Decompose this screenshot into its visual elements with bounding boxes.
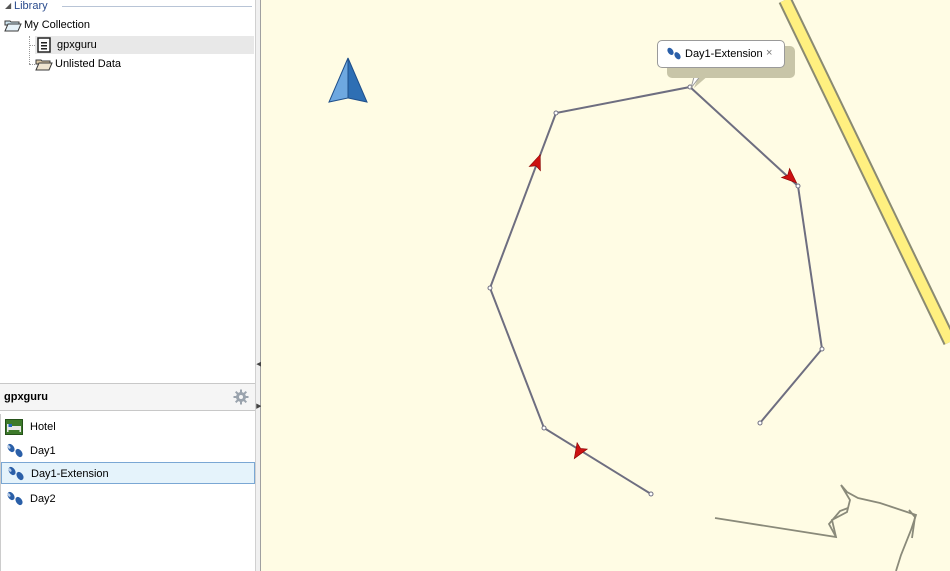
direction-arrow <box>528 153 541 172</box>
footprints-icon <box>667 47 681 60</box>
tooltip-label: Day1-Extension <box>685 48 763 60</box>
list-item-label: Hotel <box>30 421 56 433</box>
list-item-day1-extension[interactable]: Day1-Extension <box>1 462 255 484</box>
header-divider <box>62 6 252 7</box>
footprints-icon <box>7 443 23 458</box>
list-item-day2[interactable]: Day2 <box>1 488 255 510</box>
left-pane: ◢ Library My Collection gpxguru Unlisted… <box>0 0 256 571</box>
tree-item-label: gpxguru <box>57 39 97 51</box>
tree-item-label: My Collection <box>24 19 91 31</box>
hotel-waypoint-icon <box>5 419 23 435</box>
tree-item-label: Unlisted Data <box>55 58 122 70</box>
collection-panel: gpxguru Hotel Day1 Day1-Extension Day2 <box>0 383 255 571</box>
list-item-label: Day2 <box>30 493 56 505</box>
other-track <box>714 484 918 571</box>
tree-item-my-collection[interactable]: My Collection <box>4 16 254 34</box>
folder-open-icon <box>4 20 22 32</box>
folder-open-icon <box>35 59 53 71</box>
panel-items-list: Hotel Day1 Day1-Extension Day2 <box>0 414 255 571</box>
tree-item-unlisted-data[interactable]: Unlisted Data <box>35 55 254 73</box>
list-item-label: Day1 <box>30 445 56 457</box>
close-icon[interactable]: × <box>766 47 772 59</box>
north-arrow-icon[interactable] <box>328 57 368 103</box>
gear-icon[interactable] <box>233 389 249 405</box>
map-canvas[interactable] <box>261 0 950 571</box>
panel-title: gpxguru <box>4 391 48 403</box>
list-item-day1[interactable]: Day1 <box>1 440 255 462</box>
footprints-icon <box>8 466 24 481</box>
road <box>778 0 950 346</box>
tree-item-gpxguru[interactable]: gpxguru <box>35 36 254 54</box>
library-title: Library <box>14 0 52 12</box>
document-icon <box>37 37 51 53</box>
day1-extension-track <box>487 84 825 497</box>
footprints-icon <box>7 491 23 506</box>
panel-header: gpxguru <box>0 383 255 411</box>
library-tree: ◢ Library My Collection gpxguru Unlisted… <box>0 0 256 382</box>
tree-connector <box>29 36 30 64</box>
list-item-label: Day1-Extension <box>31 468 109 480</box>
track-tooltip[interactable]: Day1-Extension × <box>657 40 785 68</box>
list-item-hotel[interactable]: Hotel <box>1 416 255 438</box>
map-view[interactable]: Day1-Extension × <box>261 0 950 571</box>
library-header[interactable]: ◢ Library <box>4 0 252 13</box>
collapse-triangle-icon[interactable]: ◢ <box>5 1 11 10</box>
